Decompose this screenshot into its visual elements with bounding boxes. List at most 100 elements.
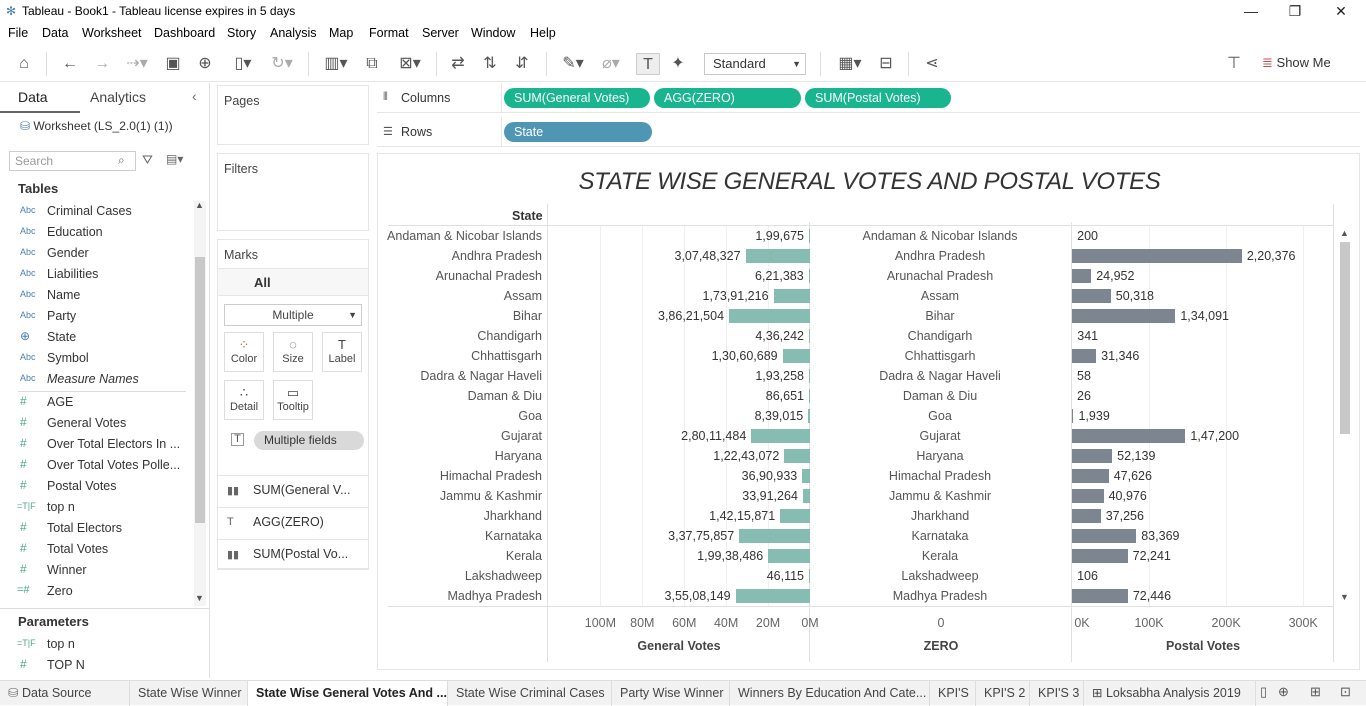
collapse-pane-icon[interactable]: ‹ [192,88,197,104]
param-top-n-number[interactable]: # TOP N [0,655,190,676]
size-button[interactable]: ◌ Size [273,332,313,372]
pause-updates-icon[interactable]: ▯▾ [226,53,260,75]
tab-scroll-icon[interactable]: ▯ [1260,684,1267,700]
share-icon[interactable]: ⋖ [920,53,944,75]
show-mark-labels-icon[interactable]: T [636,53,660,75]
postal-votes-bar[interactable] [1072,429,1186,443]
menu-data[interactable]: Data [42,26,68,40]
pages-card[interactable]: Pages [217,85,369,145]
menu-story[interactable]: Story [227,26,256,40]
restore-icon[interactable]: ❐ [1272,1,1318,21]
field-top-n-calc[interactable]: =T|F top n [0,497,190,518]
postal-votes-bar[interactable] [1072,349,1097,363]
menu-map[interactable]: Map [329,26,353,40]
tab-analytics[interactable]: Analytics [90,89,146,105]
field-winner[interactable]: # Winner [0,560,190,581]
detail-button[interactable]: ∴ Detail [224,380,264,420]
close-icon[interactable]: ✕ [1318,1,1364,21]
field-state[interactable]: ⊕ State [0,327,190,348]
tab-data-source[interactable]: ⛁ Data Source [0,681,130,706]
field-gender[interactable]: Abc Gender [0,243,190,264]
duplicate-sheet-icon[interactable]: ⧉ [360,53,384,75]
param-top-n[interactable]: =T|F top n [0,634,190,655]
field-party[interactable]: Abc Party [0,306,190,327]
marks-tab-zero[interactable]: T AGG(ZERO) [217,507,369,537]
datasource-entry[interactable]: ⛁ Worksheet (LS_2.0(1) (1)) [20,119,173,133]
pill-sum-postal-votes[interactable]: SUM(Postal Votes) [805,88,951,108]
tab-kpis-3[interactable]: KPI'S 3 [1030,681,1084,706]
replay-icon[interactable]: ⇢▾ [120,53,154,75]
general-votes-bar[interactable] [739,529,810,543]
postal-votes-bar[interactable] [1072,249,1242,263]
postal-votes-bar[interactable] [1072,549,1128,563]
tab-state-wise-winner[interactable]: State Wise Winner [130,681,248,706]
tab-kpis[interactable]: KPI'S [930,681,976,706]
marks-all-tab[interactable]: All [254,275,271,290]
scroll-up-icon[interactable]: ▲ [1340,228,1349,238]
home-icon[interactable]: ⌂ [12,53,36,75]
refresh-icon[interactable]: ↻▾ [264,53,300,75]
menu-format[interactable]: Format [369,26,409,40]
columns-shelf[interactable]: ⦀ Columns SUM(General Votes) AGG(ZERO) S… [377,83,1360,113]
tooltip-button[interactable]: ▭ Tooltip [273,380,313,420]
multiple-fields-pill[interactable]: Multiple fields [254,431,364,450]
field-general-votes[interactable]: # General Votes [0,413,190,434]
postal-votes-bar[interactable] [1072,289,1111,303]
general-votes-bar[interactable] [751,429,810,443]
menu-server[interactable]: Server [422,26,459,40]
postal-votes-bar[interactable] [1072,489,1104,503]
postal-votes-bar[interactable] [1072,469,1109,483]
swap-rows-columns-icon[interactable]: ⇄ [446,53,470,75]
label-button[interactable]: T Label [322,332,362,372]
general-votes-bar[interactable] [784,449,810,463]
sort-descending-icon[interactable]: ⇵ [510,53,534,75]
clear-sheet-icon[interactable]: ⊠▾ [392,53,428,75]
field-total-electors[interactable]: # Total Electors [0,518,190,539]
field-zero[interactable]: =# Zero [0,581,190,602]
tab-state-wise-criminal-cases[interactable]: State Wise Criminal Cases [448,681,612,706]
general-votes-bar[interactable] [768,549,810,563]
field-education[interactable]: Abc Education [0,222,190,243]
tab-party-wise-winner[interactable]: Party Wise Winner [612,681,730,706]
postal-votes-bar[interactable] [1072,529,1137,543]
minimize-icon[interactable]: — [1228,1,1274,21]
general-votes-bar[interactable] [802,489,810,503]
menu-help[interactable]: Help [530,26,556,40]
field-name[interactable]: Abc Name [0,285,190,306]
marks-tab-general-votes[interactable]: ▮▮ SUM(General V... [217,475,369,505]
rows-shelf[interactable]: ☰ Rows State [377,117,1360,147]
save-icon[interactable]: ▣ [162,53,184,75]
field-age[interactable]: # AGE [0,392,190,413]
tab-kpis-2[interactable]: KPI'S 2 [976,681,1030,706]
new-story-icon[interactable]: ⊡ [1340,684,1351,700]
pill-state[interactable]: State [504,122,652,142]
field-symbol[interactable]: Abc Symbol [0,348,190,369]
general-votes-bar[interactable] [745,249,810,263]
general-votes-bar[interactable] [782,349,810,363]
new-worksheet-icon[interactable]: ⊕ [1278,684,1289,700]
show-cards-icon[interactable]: ▦▾ [832,53,868,75]
undo-icon[interactable]: ← [58,53,82,75]
pill-sum-general-votes[interactable]: SUM(General Votes) [504,88,650,108]
mark-type-dropdown[interactable]: Multiple ▼ [224,304,362,326]
field-over-total-votes-polled[interactable]: # Over Total Votes Polle... [0,455,190,476]
group-members-icon[interactable]: ⌀▾ [594,53,628,75]
fix-axes-icon[interactable]: ✦ [666,53,690,75]
menu-analysis[interactable]: Analysis [270,26,317,40]
filters-card[interactable]: Filters [217,153,369,231]
postal-votes-bar[interactable] [1072,269,1092,283]
show-me-button[interactable]: ≣ Show Me [1262,55,1331,71]
tab-state-wise-general-votes[interactable]: State Wise General Votes And ... [248,681,448,706]
general-votes-bar[interactable] [773,289,810,303]
view-scrollbar[interactable]: ▲ ▼ [1338,228,1352,606]
postal-votes-bar[interactable] [1072,449,1113,463]
sort-ascending-icon[interactable]: ⇅ [478,53,502,75]
field-liabilities[interactable]: Abc Liabilities [0,264,190,285]
postal-votes-bar[interactable] [1072,309,1176,323]
marks-tab-postal-votes[interactable]: ▮▮ SUM(Postal Vo... [217,539,369,569]
field-measure-names[interactable]: Abc Measure Names [0,369,190,390]
menu-window[interactable]: Window [471,26,515,40]
highlight-icon[interactable]: ✎▾ [556,53,590,75]
menu-dashboard[interactable]: Dashboard [154,26,215,40]
scroll-up-icon[interactable]: ▲ [195,200,204,210]
